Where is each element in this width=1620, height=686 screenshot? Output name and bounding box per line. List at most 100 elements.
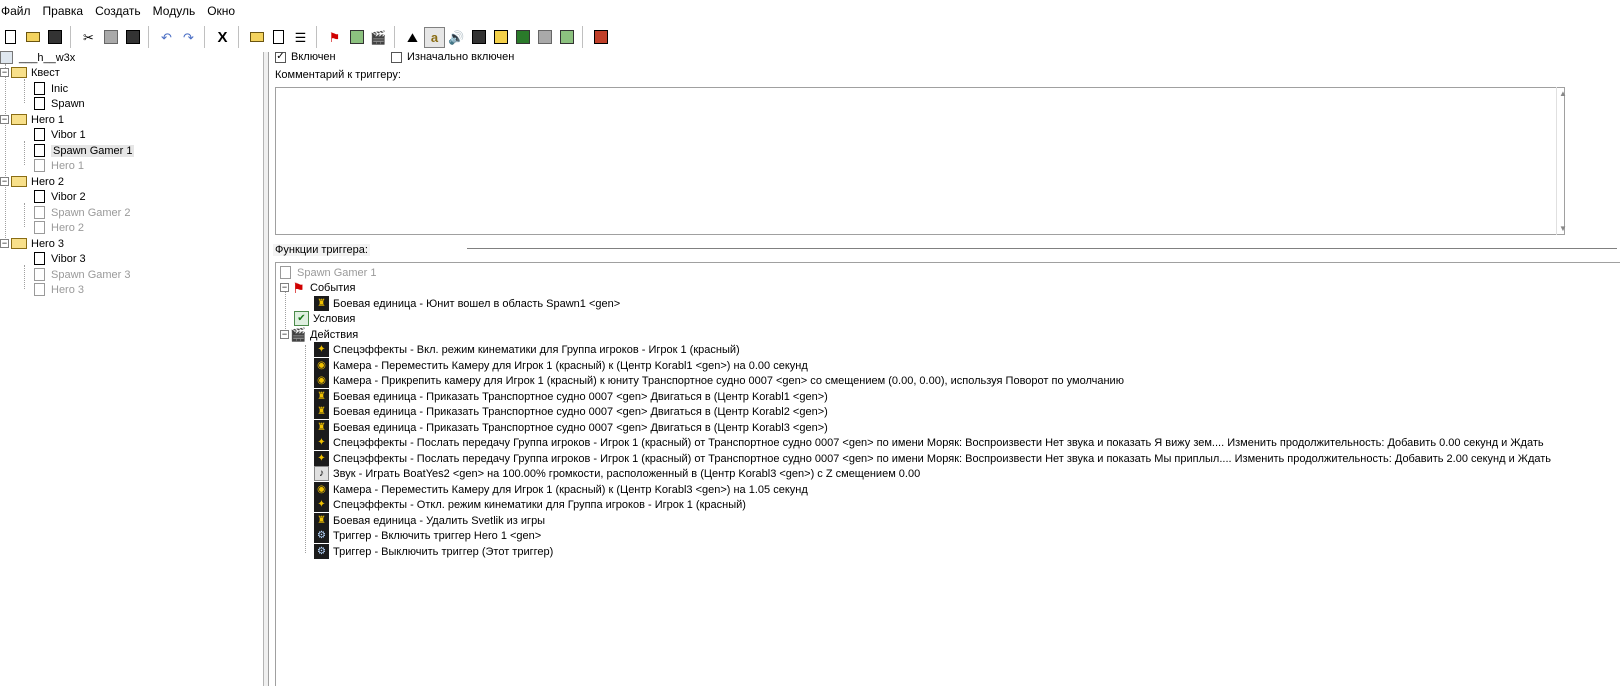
trigger-label: Spawn Gamer 2 [51, 206, 131, 219]
tree-trigger[interactable]: Inic [34, 81, 68, 96]
trigger-label: Hero 3 [51, 283, 85, 296]
unit-icon: ♜ [314, 389, 329, 404]
tree-trigger[interactable]: Vibor 2 [34, 189, 86, 204]
comment-textarea[interactable] [275, 87, 1565, 235]
menu-create[interactable]: Создать [95, 4, 149, 18]
action-item[interactable]: ✦ Спецэффекты - Вкл. режим кинематики дл… [314, 342, 740, 357]
tree-category[interactable]: − Квест [0, 65, 60, 80]
action-text: Спецэффекты - Послать передачу Группа иг… [333, 436, 1544, 449]
conditions-label: Условия [313, 312, 356, 325]
object-editor-icon[interactable] [468, 27, 489, 48]
collapse-icon[interactable]: − [0, 177, 9, 186]
import-manager-icon[interactable] [556, 27, 577, 48]
unit-icon: ♜ [314, 420, 329, 435]
action-item[interactable]: ♜ Боевая единица - Приказать Транспортно… [314, 404, 828, 419]
trigger-name-row[interactable]: Spawn Gamer 1 [280, 265, 376, 280]
event-item[interactable]: ♜ Боевая единица - Юнит вошел в область … [314, 296, 620, 311]
new-category-icon[interactable] [246, 27, 267, 48]
action-item[interactable]: ♜ Боевая единица - Приказать Транспортно… [314, 420, 828, 435]
enabled-checkbox-row[interactable]: ✓ Включен [275, 51, 336, 63]
open-icon[interactable] [22, 27, 43, 48]
undo-icon[interactable]: ↶ [156, 27, 177, 48]
trigger-editor-icon[interactable]: a [424, 26, 445, 48]
conditions-node[interactable]: ✔ Условия [294, 311, 355, 326]
enabled-checkbox[interactable]: ✓ [275, 51, 286, 63]
trigger-name: Spawn Gamer 1 [297, 266, 377, 279]
tree-trigger[interactable]: Vibor 1 [34, 127, 86, 142]
menu-window[interactable]: Окно [207, 4, 243, 18]
menu-bar: Файл Правка Создать Модуль Окно [0, 0, 1620, 22]
campaign-editor-icon[interactable] [490, 27, 511, 48]
action-text: Камера - Переместить Камеру для Игрок 1 … [333, 483, 808, 496]
terrain-editor-icon[interactable]: ⛰ [402, 27, 423, 48]
action-item[interactable]: ✦ Спецэффекты - Послать передачу Группа … [314, 451, 1551, 466]
category-label: Hero 1 [31, 113, 65, 126]
trigger-gear-icon: ⚙ [314, 544, 329, 559]
events-node[interactable]: − ⚑ События [280, 280, 355, 295]
cut-icon[interactable]: ✂ [78, 27, 99, 48]
collapse-icon[interactable]: − [280, 283, 289, 292]
action-item[interactable]: ♜ Боевая единица - Приказать Транспортно… [314, 389, 828, 404]
tree-trigger-disabled[interactable]: Hero 3 [34, 282, 84, 297]
tree-category[interactable]: − Hero 3 [0, 236, 64, 251]
unit-icon: ♜ [314, 513, 329, 528]
scroll-up-icon[interactable]: ▲ [1559, 89, 1567, 98]
toolbar-separator [204, 26, 210, 48]
save-icon[interactable] [44, 27, 65, 48]
initially-on-checkbox[interactable] [391, 51, 402, 63]
tree-trigger[interactable]: Spawn [34, 96, 85, 111]
new-action-icon[interactable]: 🎬 [368, 27, 389, 48]
collapse-icon[interactable]: − [280, 330, 289, 339]
action-item[interactable]: ⚙ Триггер - Включить триггер Hero 1 <gen… [314, 528, 541, 543]
sound-editor-icon[interactable]: 🔊 [446, 27, 467, 48]
test-map-icon[interactable] [590, 27, 611, 48]
new-trigger-icon[interactable] [268, 27, 289, 48]
action-item[interactable]: ✦ Спецэффекты - Послать передачу Группа … [314, 435, 1544, 450]
action-item[interactable]: ⚙ Триггер - Выключить триггер (Этот триг… [314, 544, 553, 559]
paste-icon[interactable] [122, 27, 143, 48]
tree-trigger[interactable]: Vibor 3 [34, 251, 86, 266]
scroll-down-icon[interactable]: ▼ [1559, 224, 1567, 233]
action-item[interactable]: ✦ Спецэффекты - Откл. режим кинематики д… [314, 497, 746, 512]
object-manager-icon[interactable] [534, 27, 555, 48]
comment-scrollbar[interactable]: ▲ ▼ [1556, 87, 1569, 235]
toolbar-separator [238, 26, 244, 48]
tree-trigger-disabled[interactable]: Spawn Gamer 2 [34, 205, 130, 220]
copy-icon[interactable] [100, 27, 121, 48]
new-comment-icon[interactable]: ☰ [290, 27, 311, 48]
delete-icon[interactable]: X [212, 27, 233, 48]
new-condition-icon[interactable] [346, 27, 367, 48]
collapse-icon[interactable]: − [0, 68, 9, 77]
action-item[interactable]: ♪ Звук - Играть BoatYes2 <gen> на 100.00… [314, 466, 920, 481]
tree-category[interactable]: − Hero 1 [0, 112, 64, 127]
action-text: Камера - Переместить Камеру для Игрок 1 … [333, 359, 808, 372]
action-item[interactable]: ◉ Камера - Прикрепить камеру для Игрок 1… [314, 373, 1124, 388]
new-event-icon[interactable]: ⚑ [324, 27, 345, 48]
tree-trigger-selected[interactable]: Spawn Gamer 1 [34, 143, 135, 158]
menu-module[interactable]: Модуль [153, 4, 204, 18]
new-icon[interactable] [0, 27, 21, 48]
collapse-icon[interactable]: − [0, 239, 9, 248]
tree-category[interactable]: − Hero 2 [0, 174, 64, 189]
collapse-icon[interactable]: − [0, 115, 9, 124]
menu-file[interactable]: Файл [1, 4, 39, 18]
action-item[interactable]: ◉ Камера - Переместить Камеру для Игрок … [314, 482, 808, 497]
cinematic-icon: ✦ [314, 451, 329, 466]
folder-icon [11, 176, 27, 187]
ai-editor-icon[interactable] [512, 27, 533, 48]
trigger-doc-icon [34, 268, 45, 281]
tree-root[interactable]: ___h__w3x [0, 50, 75, 65]
tree-trigger-disabled[interactable]: Hero 2 [34, 220, 84, 235]
menu-edit[interactable]: Правка [43, 4, 92, 18]
action-item[interactable]: ◉ Камера - Переместить Камеру для Игрок … [314, 358, 808, 373]
category-label: Квест [31, 66, 60, 79]
initially-on-checkbox-row[interactable]: Изначально включен [391, 51, 514, 63]
events-label: События [310, 281, 356, 294]
redo-icon[interactable]: ↷ [178, 27, 199, 48]
actions-node[interactable]: − 🎬 Действия [280, 327, 358, 342]
tree-trigger-disabled[interactable]: Hero 1 [34, 158, 84, 173]
action-item[interactable]: ♜ Боевая единица - Удалить Svetlik из иг… [314, 513, 545, 528]
event-text: Боевая единица - Юнит вошел в область Sp… [333, 297, 621, 310]
trigger-doc-icon [34, 159, 45, 172]
tree-trigger-disabled[interactable]: Spawn Gamer 3 [34, 267, 130, 282]
